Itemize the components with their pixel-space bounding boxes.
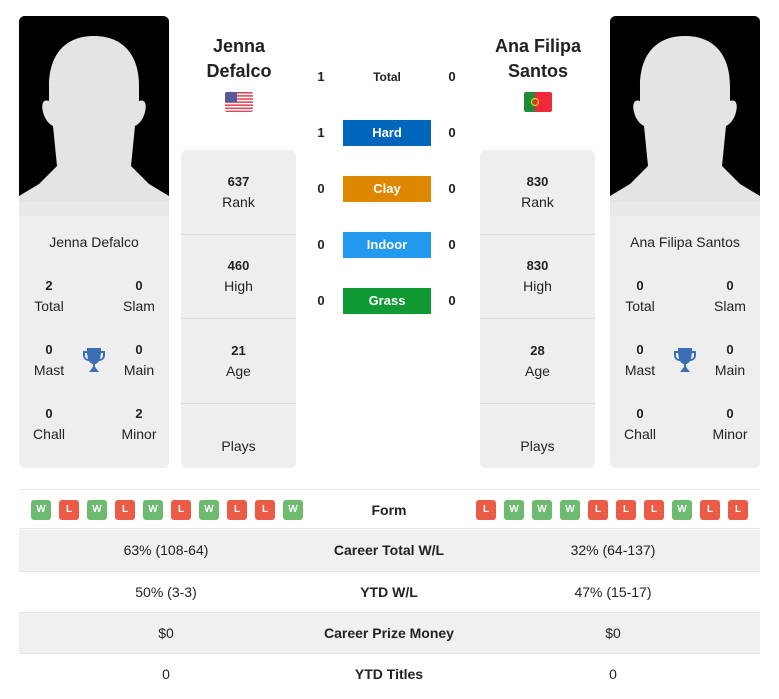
surface-grass-button[interactable]: Grass (343, 288, 431, 314)
h2h-indoor-row: 0 Indoor 0 (308, 232, 468, 258)
titles-mast: 0 Mast (33, 342, 65, 378)
stats-row-career-wl: 63% (108-64) Career Total W/L 32% (64-13… (19, 530, 760, 571)
player-right-name[interactable]: Ana Filipa Santos (610, 234, 760, 250)
form-badge-loss[interactable]: L (476, 500, 496, 520)
h2h-hard-row: 1 Hard 0 (308, 120, 468, 146)
plays-cell: Plays (221, 437, 256, 454)
player-right-form: LWWWLLLWLL (476, 500, 748, 520)
age-cell: 21 Age (181, 319, 296, 404)
titles-main: 0 Main (123, 342, 155, 378)
form-badge-win[interactable]: W (143, 500, 163, 520)
titles-mast: 0 Mast (624, 342, 656, 378)
titles-main: 0 Main (714, 342, 746, 378)
titles-chall: 0 Chall (624, 406, 656, 442)
form-badge-win[interactable]: W (283, 500, 303, 520)
surface-total-label: Total (373, 70, 401, 84)
avatar-silhouette-icon (610, 16, 760, 216)
form-badge-loss[interactable]: L (227, 500, 247, 520)
form-badge-loss[interactable]: L (728, 500, 748, 520)
form-badge-win[interactable]: W (504, 500, 524, 520)
form-badge-loss[interactable]: L (700, 500, 720, 520)
form-badge-loss[interactable]: L (616, 500, 636, 520)
titles-minor: 0 Minor (712, 406, 748, 442)
h2h-clay-row: 0 Clay 0 (308, 176, 468, 202)
surface-hard-button[interactable]: Hard (343, 120, 431, 146)
trophy-icon (674, 348, 696, 372)
player-left-rank-card: 637 Rank 460 High 21 Age Plays (181, 150, 296, 468)
form-badge-win[interactable]: W (31, 500, 51, 520)
player-left-name[interactable]: Jenna Defalco (19, 234, 169, 250)
player-right-heading[interactable]: Ana Filipa Santos (463, 34, 613, 84)
form-badge-loss[interactable]: L (59, 500, 79, 520)
form-label: Form (371, 502, 407, 518)
player-right-card: Ana Filipa Santos 0 Total 0 Slam 0 Mast 0 Ma… (610, 216, 760, 468)
form-badge-win[interactable]: W (199, 500, 219, 520)
surface-clay-button[interactable]: Clay (343, 176, 431, 202)
surface-indoor-button[interactable]: Indoor (343, 232, 431, 258)
usa-flag-icon (225, 92, 253, 112)
h2h-total-row: 1 Total 0 (308, 64, 468, 90)
player-left-heading[interactable]: Jenna Defalco (164, 34, 314, 84)
form-badge-win[interactable]: W (532, 500, 552, 520)
high-cell: 830 High (480, 235, 595, 319)
stats-row-prize-money: $0 Career Prize Money $0 (19, 612, 760, 653)
titles-total: 0 Total (625, 278, 655, 314)
form-badge-win[interactable]: W (560, 500, 580, 520)
player-left-card: Jenna Defalco 2 Total 0 Slam 0 Mast 0 Main 0… (19, 216, 169, 468)
form-badge-loss[interactable]: L (255, 500, 275, 520)
player-right-rank-card: 830 Rank 830 High 28 Age Plays (480, 150, 595, 468)
titles-minor: 2 Minor (121, 406, 157, 442)
stats-row-ytd-wl: 50% (3-3) YTD W/L 47% (15-17) (19, 571, 760, 612)
portugal-flag-icon (524, 92, 552, 112)
form-badge-loss[interactable]: L (115, 500, 135, 520)
high-cell: 460 High (181, 235, 296, 319)
avatar-silhouette-icon (19, 16, 169, 216)
form-row: WLWLWLWLLW Form LWWWLLLWLL (19, 489, 760, 529)
form-badge-win[interactable]: W (87, 500, 107, 520)
form-badge-loss[interactable]: L (171, 500, 191, 520)
form-badge-loss[interactable]: L (644, 500, 664, 520)
trophy-icon (83, 348, 105, 372)
titles-slam: 0 Slam (714, 278, 746, 314)
h2h-grass-row: 0 Grass 0 (308, 288, 468, 314)
player-right-photo (610, 16, 760, 216)
rank-cell: 637 Rank (181, 150, 296, 235)
titles-chall: 0 Chall (33, 406, 65, 442)
titles-total: 2 Total (34, 278, 64, 314)
form-badge-win[interactable]: W (672, 500, 692, 520)
age-cell: 28 Age (480, 319, 595, 404)
player-left-form: WLWLWLWLLW (31, 500, 303, 520)
player-left-photo (19, 16, 169, 216)
form-badge-loss[interactable]: L (588, 500, 608, 520)
titles-slam: 0 Slam (123, 278, 155, 314)
stats-row-ytd-titles: 0 YTD Titles 0 (19, 653, 760, 694)
rank-cell: 830 Rank (480, 150, 595, 235)
plays-cell: Plays (520, 437, 555, 454)
